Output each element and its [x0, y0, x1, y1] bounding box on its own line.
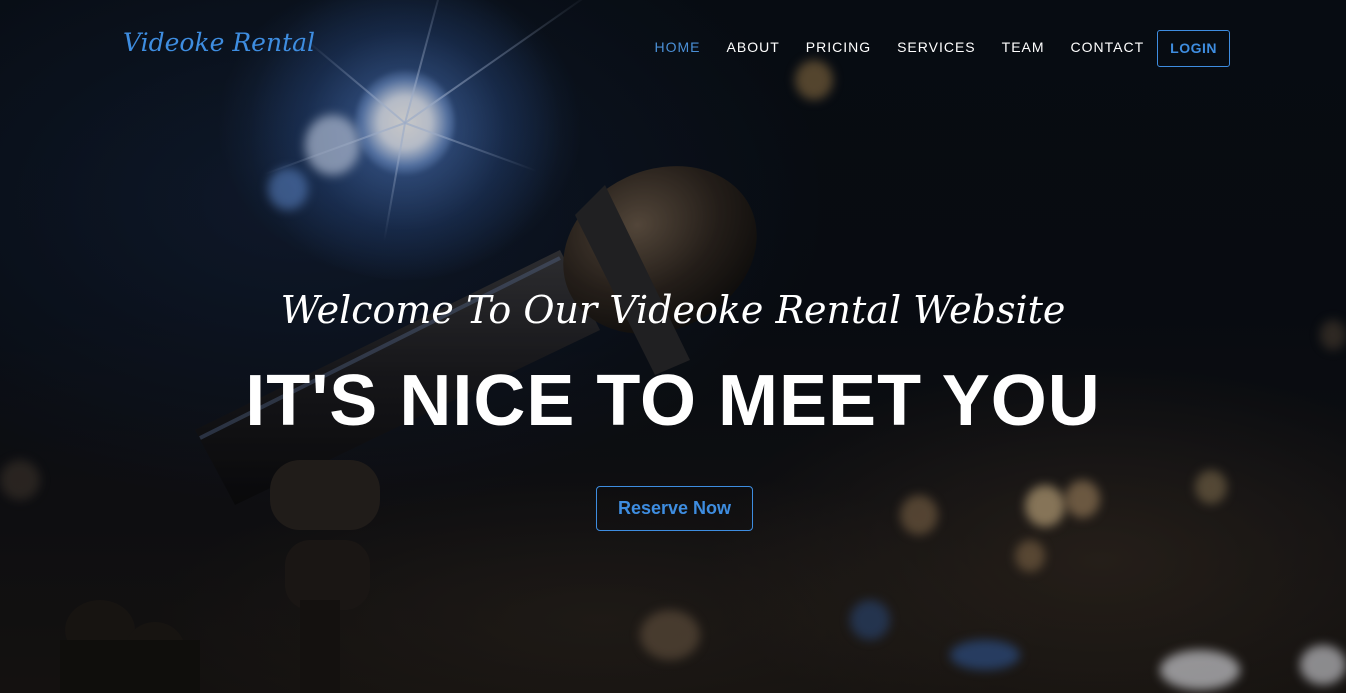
login-button[interactable]: LOGIN [1157, 30, 1230, 67]
nav-link-services[interactable]: SERVICES [884, 31, 989, 67]
brand-logo[interactable]: Videoke Rental [123, 28, 315, 57]
page: Videoke Rental HOME ABOUT PRICING SERVIC… [0, 0, 1346, 693]
nav-link-pricing[interactable]: PRICING [793, 31, 884, 67]
nav-link-team[interactable]: TEAM [989, 31, 1058, 67]
main-navigation: HOME ABOUT PRICING SERVICES TEAM CONTACT… [642, 30, 1230, 67]
nav-link-contact[interactable]: CONTACT [1058, 31, 1158, 67]
reserve-now-button[interactable]: Reserve Now [596, 486, 753, 531]
hero-dark-overlay [0, 0, 1346, 693]
hero-subtitle: Welcome To Our Videoke Rental Website [280, 288, 1066, 332]
nav-link-home[interactable]: HOME [642, 31, 714, 67]
hero-title: IT'S NICE TO MEET YOU [245, 361, 1101, 441]
nav-link-about[interactable]: ABOUT [714, 31, 793, 67]
